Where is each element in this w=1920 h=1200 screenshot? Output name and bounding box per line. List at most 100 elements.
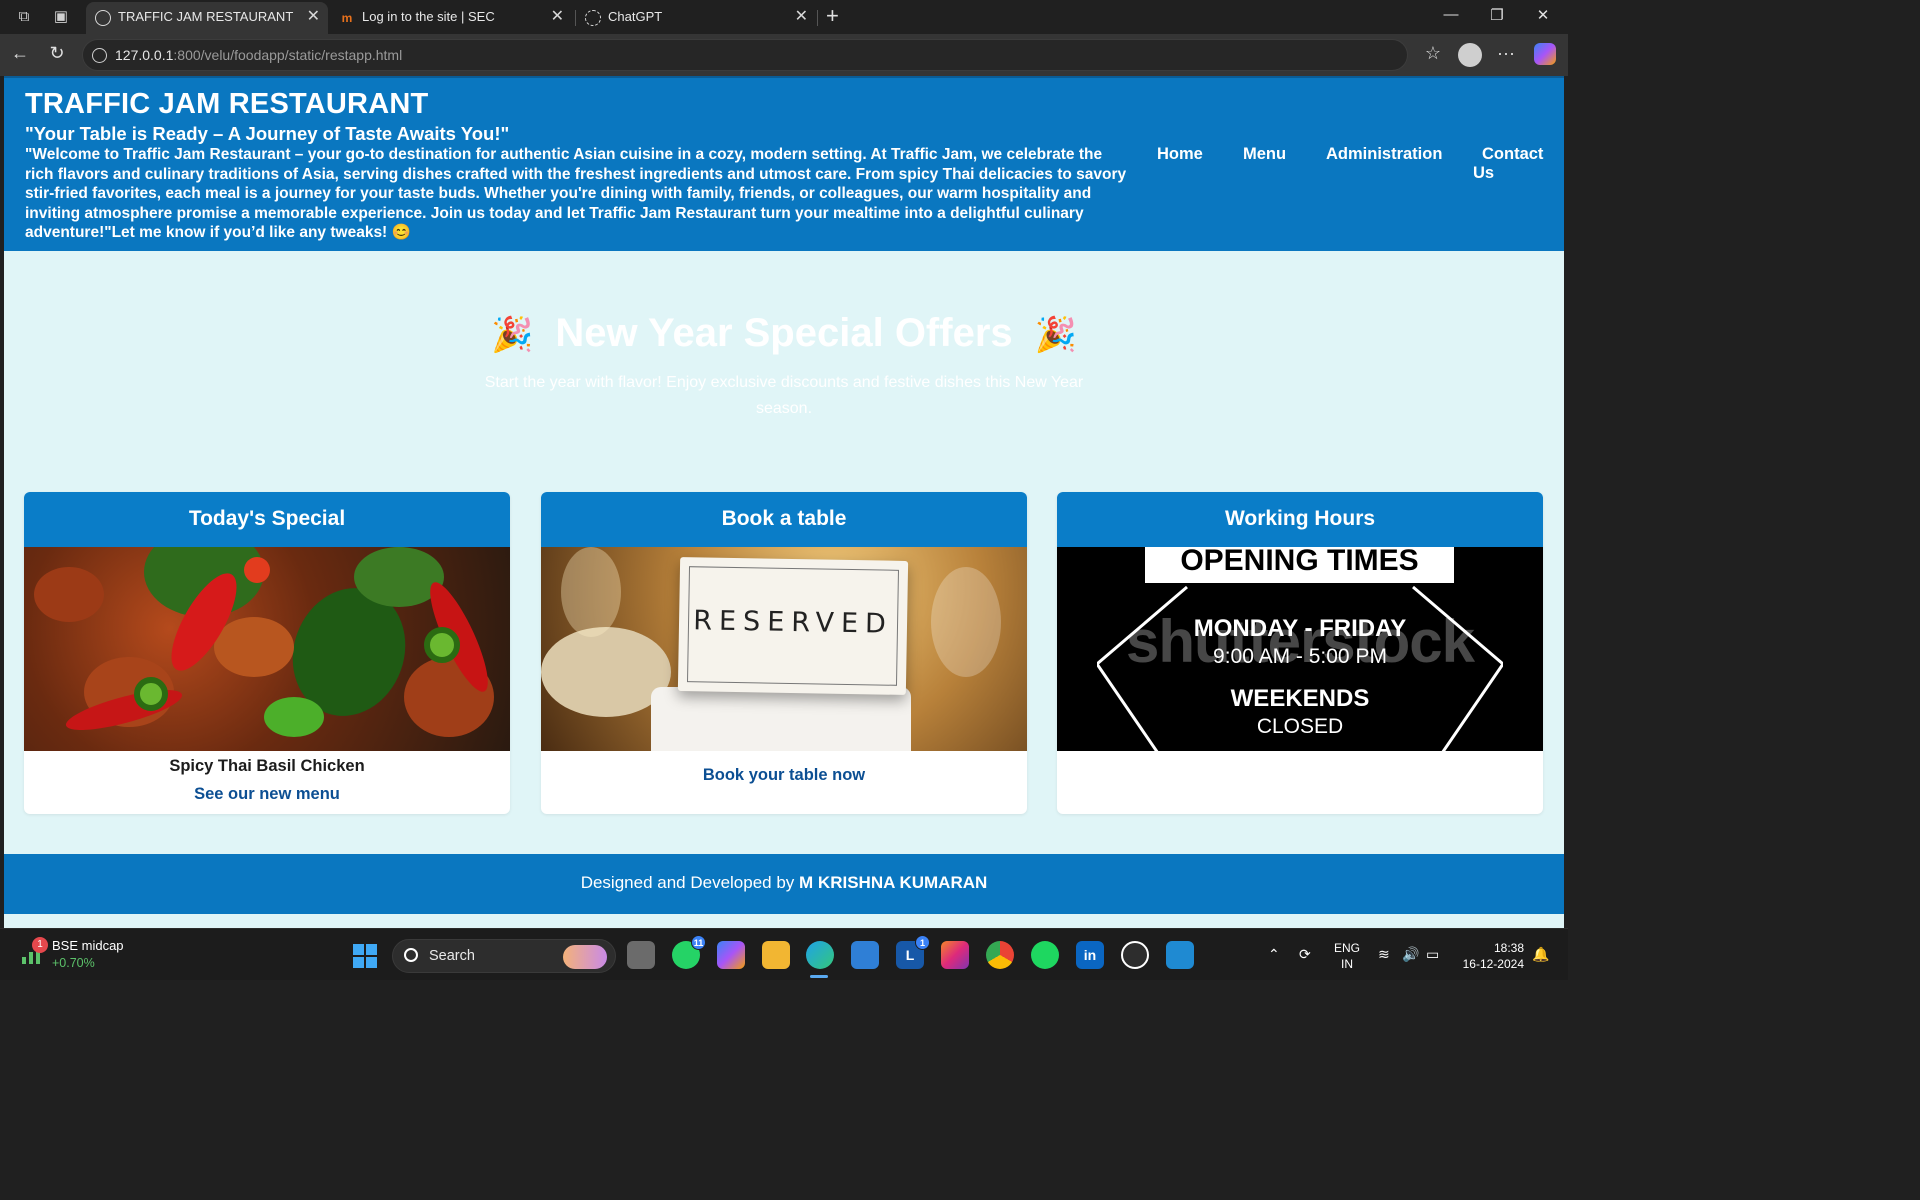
show-hidden-icons-icon[interactable]: ⌃ [1268, 946, 1280, 963]
widget-title: BSE midcap [52, 938, 124, 953]
card-title: Working Hours [1057, 492, 1543, 547]
opening-times-banner: OPENING TIMES [1145, 547, 1454, 583]
dish-name: Spicy Thai Basil Chicken [169, 757, 365, 775]
close-tab-icon[interactable]: ✕ [307, 2, 320, 32]
book-table-link[interactable]: Book your table now [541, 766, 1027, 785]
hero-subtitle: Start the year with flavor! Enjoy exclus… [484, 374, 1084, 417]
clock-date: 16-12-2024 [1462, 957, 1524, 971]
search-label: Search [429, 948, 475, 964]
chrome-icon[interactable] [986, 941, 1014, 969]
language-indicator[interactable]: ENG IN [1334, 940, 1360, 972]
nav-administration[interactable]: Administration [1326, 145, 1442, 164]
windows-taskbar: 1 BSE midcap +0.70% Search 11 L 1 in ⌃ ⟳… [0, 928, 1568, 980]
language-region: IN [1341, 957, 1353, 971]
more-options-icon[interactable]: ··· [1494, 43, 1518, 64]
footer-author: M KRISHNA KUMARAN [799, 873, 988, 892]
hero-section: 🎉 New Year Special Offers 🎉 Start the year… [4, 251, 1564, 491]
active-app-indicator [810, 975, 828, 978]
search-icon [404, 948, 418, 962]
linkedin-icon[interactable]: in [1076, 941, 1104, 969]
weekday-label: MONDAY - FRIDAY [1193, 615, 1407, 642]
site-info-icon[interactable] [92, 48, 107, 63]
spicy-thai-basil-chicken-image [24, 547, 510, 751]
widget-badge: 1 [32, 937, 48, 953]
taskbar-search[interactable]: Search [392, 939, 616, 973]
nav-home[interactable]: Home [1157, 145, 1203, 164]
nav-menu[interactable]: Menu [1243, 145, 1286, 164]
favorites-star-icon[interactable]: ☆ [1421, 43, 1445, 64]
party-popper-icon: 🎉 [491, 316, 534, 355]
store-icon[interactable] [851, 941, 879, 969]
volume-icon[interactable]: 🔊 [1402, 946, 1419, 963]
whatsapp-icon[interactable]: 11 [672, 935, 706, 969]
spotify-icon[interactable] [1031, 941, 1059, 969]
refresh-icon[interactable]: ↻ [45, 43, 69, 64]
profile-avatar[interactable] [1458, 43, 1482, 67]
weekend-label: WEEKENDS [1230, 685, 1370, 712]
copilot-app-icon[interactable] [717, 941, 745, 969]
clock-time: 18:38 [1493, 941, 1524, 955]
task-view-icon[interactable] [627, 941, 655, 969]
party-popper-icon: 🎉 [1034, 316, 1077, 355]
sync-icon[interactable]: ⟳ [1299, 946, 1311, 963]
linkedin-learning-icon[interactable]: L 1 [896, 935, 930, 969]
vertical-tabs-icon[interactable]: ▣ [50, 6, 72, 28]
see-new-menu-link[interactable]: See our new menu [24, 785, 510, 804]
site-header: TRAFFIC JAM RESTAURANT "Your Table is Re… [4, 76, 1564, 251]
windows-start-icon[interactable] [353, 944, 377, 968]
language-code: ENG [1334, 941, 1361, 955]
browser-tab-bar: ⧉ ▣ TRAFFIC JAM RESTAURANT ✕ m Log in to… [0, 0, 1568, 34]
search-highlight-icon [563, 945, 607, 969]
url-path: :800/velu/foodapp/static/restapp.html [173, 47, 403, 63]
tab-label: TRAFFIC JAM RESTAURANT [118, 9, 294, 24]
close-tab-icon[interactable]: ✕ [795, 2, 808, 32]
vscode-icon[interactable] [1166, 941, 1194, 969]
napkin-shape [651, 687, 911, 751]
back-icon[interactable]: ← [8, 43, 32, 64]
minimize-icon[interactable]: — [1436, 6, 1466, 23]
moodle-icon: m [341, 11, 353, 25]
instagram-icon[interactable] [941, 941, 969, 969]
address-bar[interactable]: 127.0.0.1:800/velu/foodapp/static/restap… [82, 39, 1408, 71]
tab-label: ChatGPT [608, 9, 663, 24]
card-title: Today's Special [24, 492, 510, 547]
close-window-icon[interactable]: ✕ [1528, 6, 1558, 24]
copilot-icon[interactable] [1534, 43, 1556, 65]
chatgpt-icon [585, 10, 601, 26]
battery-icon[interactable]: ▭ [1426, 946, 1439, 963]
weekend-status: CLOSED [1256, 715, 1344, 738]
page-viewport: TRAFFIC JAM RESTAURANT "Your Table is Re… [4, 76, 1564, 928]
linkedin-learning-badge: 1 [915, 935, 930, 950]
chatgpt-app-icon[interactable] [1121, 941, 1149, 969]
hero-title: 🎉 New Year Special Offers 🎉 [4, 311, 1564, 356]
weekday-hours: 9:00 AM - 5:00 PM [1213, 645, 1387, 668]
new-tab-icon[interactable]: + [826, 4, 839, 28]
tab-traffic-jam[interactable]: TRAFFIC JAM RESTAURANT ✕ [86, 2, 328, 34]
card-working-hours: Working Hours OPENING TIMES shutterstock… [1057, 492, 1543, 814]
nav-contact-us[interactable]: Contact Us [1473, 145, 1549, 183]
widget-change: +0.70% [52, 956, 95, 970]
close-tab-icon[interactable]: ✕ [551, 2, 564, 32]
clock[interactable]: 18:38 16-12-2024 [1460, 940, 1524, 972]
hero-title-text: New Year Special Offers [555, 311, 1013, 355]
restore-icon[interactable]: ❐ [1482, 6, 1512, 24]
url-host: 127.0.0.1 [115, 47, 174, 63]
wifi-icon[interactable]: ≋ [1378, 946, 1390, 963]
tab-chatgpt[interactable]: ChatGPT ✕ [576, 2, 816, 34]
reserved-sign: RESERVED [677, 557, 909, 695]
reserved-text: RESERVED [692, 605, 894, 640]
footer-prefix: Designed and Developed by [580, 873, 795, 892]
reserved-table-image: RESERVED [541, 547, 1027, 751]
tab-label: Log in to the site | SEC [362, 9, 495, 24]
site-title: TRAFFIC JAM RESTAURANT [25, 88, 429, 120]
workspaces-icon[interactable]: ⧉ [13, 6, 35, 28]
notification-bell-icon[interactable]: 🔔 [1532, 946, 1549, 963]
edge-icon[interactable] [806, 941, 834, 969]
card-book-table: Book a table RESERVED Book your table no… [541, 492, 1027, 814]
site-intro: "Welcome to Traffic Jam Restaurant – you… [25, 146, 1127, 241]
globe-icon [95, 10, 111, 26]
card-title: Book a table [541, 492, 1027, 547]
file-explorer-icon[interactable] [762, 941, 790, 969]
tab-separator [817, 10, 818, 26]
tab-sec-login[interactable]: m Log in to the site | SEC ✕ [330, 2, 572, 34]
